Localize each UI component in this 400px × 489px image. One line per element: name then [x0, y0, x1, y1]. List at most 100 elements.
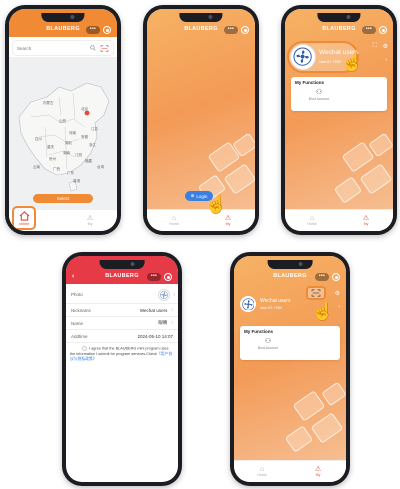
capsule-menu[interactable]: •••: [315, 273, 340, 281]
close-mini-program-icon[interactable]: [164, 273, 172, 281]
map-view[interactable]: 内蒙古 北京 山西 河南 四川 湖北 安徽 江苏 重庆 湖南 浙江 贵州 江西 …: [9, 57, 117, 209]
notch: [99, 260, 145, 269]
tab-bar: ⌂ Home ⚠ My: [234, 460, 346, 482]
home-icon: ⌂: [171, 215, 177, 222]
map-screen: BLAUBERG ••• 内蒙古 北京 山西 河南 四川 湖北: [9, 9, 117, 231]
photo-label: Photo: [71, 292, 83, 297]
app-title: BLAUBERG: [273, 273, 307, 279]
online-tab-highlight[interactable]: online: [12, 206, 36, 230]
pointing-hand-icon: ☝: [341, 52, 364, 72]
pointing-hand-icon: ☝: [205, 194, 228, 214]
app-title: BLAUBERG: [46, 26, 80, 32]
my-functions-card: My Functions ⚇ Bind Account: [240, 326, 340, 360]
bind-account-item[interactable]: ⚇ Bind Account: [305, 89, 333, 101]
settings-icon[interactable]: ⚙: [383, 43, 388, 50]
close-mini-program-icon[interactable]: [103, 26, 111, 34]
tab-my[interactable]: ⚠ My: [339, 210, 393, 231]
my-functions-card: My Functions ⚇ Bind Account: [291, 77, 387, 111]
phone-form-screen: ‹ BLAUBERG ••• Photo › Nicknams Wechat u…: [62, 252, 182, 486]
bind-account-label: Bind Account: [257, 346, 279, 350]
phone-map-screen: BLAUBERG ••• 内蒙古 北京 山西 河南 四川 湖北: [5, 5, 121, 235]
agreement-block: I agree that the BLAUBERG mini program u…: [70, 346, 174, 362]
map-label: 江西: [75, 153, 82, 157]
tab-my[interactable]: ⚠ My: [290, 461, 346, 482]
form-screen: ‹ BLAUBERG ••• Photo › Nicknams Wechat u…: [66, 256, 178, 482]
photo-avatar[interactable]: [158, 289, 170, 301]
name-value: 眼睛: [158, 320, 168, 325]
settings-icon[interactable]: ⚙: [335, 290, 340, 297]
profile-screen: BLAUBERG ••• ⛶ ⚙ › Wechat users User ID:…: [285, 9, 393, 231]
user-icon: ⚠: [314, 466, 322, 473]
phone-scan-screen: BLAUBERG ••• Wechat users User ID: 7999 …: [230, 252, 350, 486]
agree-checkbox[interactable]: [82, 346, 87, 351]
scan-icon[interactable]: ⛶: [373, 43, 377, 50]
user-id: User ID: 7999: [319, 60, 341, 64]
notch: [179, 13, 223, 22]
map-label: 江苏: [91, 127, 98, 131]
capsule-menu[interactable]: •••: [224, 26, 249, 34]
more-icon[interactable]: •••: [147, 273, 161, 281]
scan-button-highlight[interactable]: [306, 286, 326, 300]
china-map[interactable]: [9, 57, 117, 209]
back-arrow-icon[interactable]: ‹: [72, 273, 75, 280]
chevron-right-icon: ›: [171, 307, 173, 313]
search-input[interactable]: [17, 45, 87, 51]
map-label: 香港: [73, 179, 80, 183]
tab-my-label: My: [87, 222, 93, 226]
capsule-menu[interactable]: •••: [86, 26, 111, 34]
map-label: 广西: [53, 167, 60, 171]
tab-my[interactable]: ⚠ My: [63, 210, 117, 231]
chevron-right-icon: ›: [171, 320, 173, 326]
close-mini-program-icon[interactable]: [332, 273, 340, 281]
more-icon[interactable]: •••: [86, 26, 100, 34]
bind-account-label: Bind Account: [308, 97, 330, 101]
map-label: 重庆: [47, 145, 54, 149]
chevron-right-icon: ›: [385, 57, 387, 63]
tab-home[interactable]: ⌂ Home: [147, 210, 201, 231]
tab-bar: ⌂ Home ⚠ My: [285, 209, 393, 231]
more-icon[interactable]: •••: [224, 26, 238, 34]
tab-home[interactable]: ⌂ Home: [234, 461, 290, 482]
form-row-photo[interactable]: Photo ›: [66, 286, 178, 304]
capsule-menu[interactable]: •••: [362, 26, 387, 34]
home-icon: ⌂: [259, 466, 265, 473]
tab-home[interactable]: ⌂ Home: [285, 210, 339, 231]
tab-my-label: My: [315, 473, 321, 477]
pointing-hand-icon: ☝: [311, 301, 334, 321]
more-icon[interactable]: •••: [315, 273, 329, 281]
notch: [317, 13, 361, 22]
nickname-label: Nicknams: [71, 307, 91, 313]
user-name: Wechat users: [260, 298, 291, 304]
select-button[interactable]: Select: [33, 194, 93, 203]
scan-icon[interactable]: [100, 44, 109, 52]
close-mini-program-icon[interactable]: [241, 26, 249, 34]
map-label: 安徽: [81, 135, 88, 139]
tab-home-label: Home: [307, 222, 317, 226]
tab-my-label: My: [225, 222, 231, 226]
addtime-label: Addtime: [71, 333, 88, 339]
tab-home-label: Home: [257, 473, 267, 477]
map-label: 四川: [35, 137, 42, 141]
scan-screen: BLAUBERG ••• Wechat users User ID: 7999 …: [234, 256, 346, 482]
form-row-nickname[interactable]: Nicknams Wechat users ›: [66, 304, 178, 317]
more-icon[interactable]: •••: [362, 26, 376, 34]
name-label: Name: [71, 320, 84, 326]
chevron-right-icon: ›: [173, 291, 175, 298]
map-label: 浙江: [89, 143, 96, 147]
map-label: 湖南: [63, 151, 70, 155]
bind-account-item[interactable]: ⚇ Bind Account: [254, 338, 282, 350]
nickname-value: Wechat users: [139, 307, 168, 313]
bind-account-icon: ⚇: [315, 89, 323, 96]
app-title: BLAUBERG: [322, 26, 356, 32]
form-row-name[interactable]: Name 眼睛 ›: [66, 317, 178, 330]
bind-account-icon: ⚇: [264, 338, 272, 345]
user-avatar: [290, 44, 316, 70]
search-icon[interactable]: [90, 45, 96, 51]
tab-online-label: online: [18, 220, 30, 226]
close-mini-program-icon[interactable]: [379, 26, 387, 34]
chevron-right-icon: ›: [338, 304, 340, 310]
tab-home-label: Home: [169, 222, 179, 226]
capsule-menu[interactable]: •••: [147, 273, 172, 281]
form-row-addtime: Addtime 2024-05-10 14:07: [66, 330, 178, 343]
scan-icon: [311, 289, 321, 297]
